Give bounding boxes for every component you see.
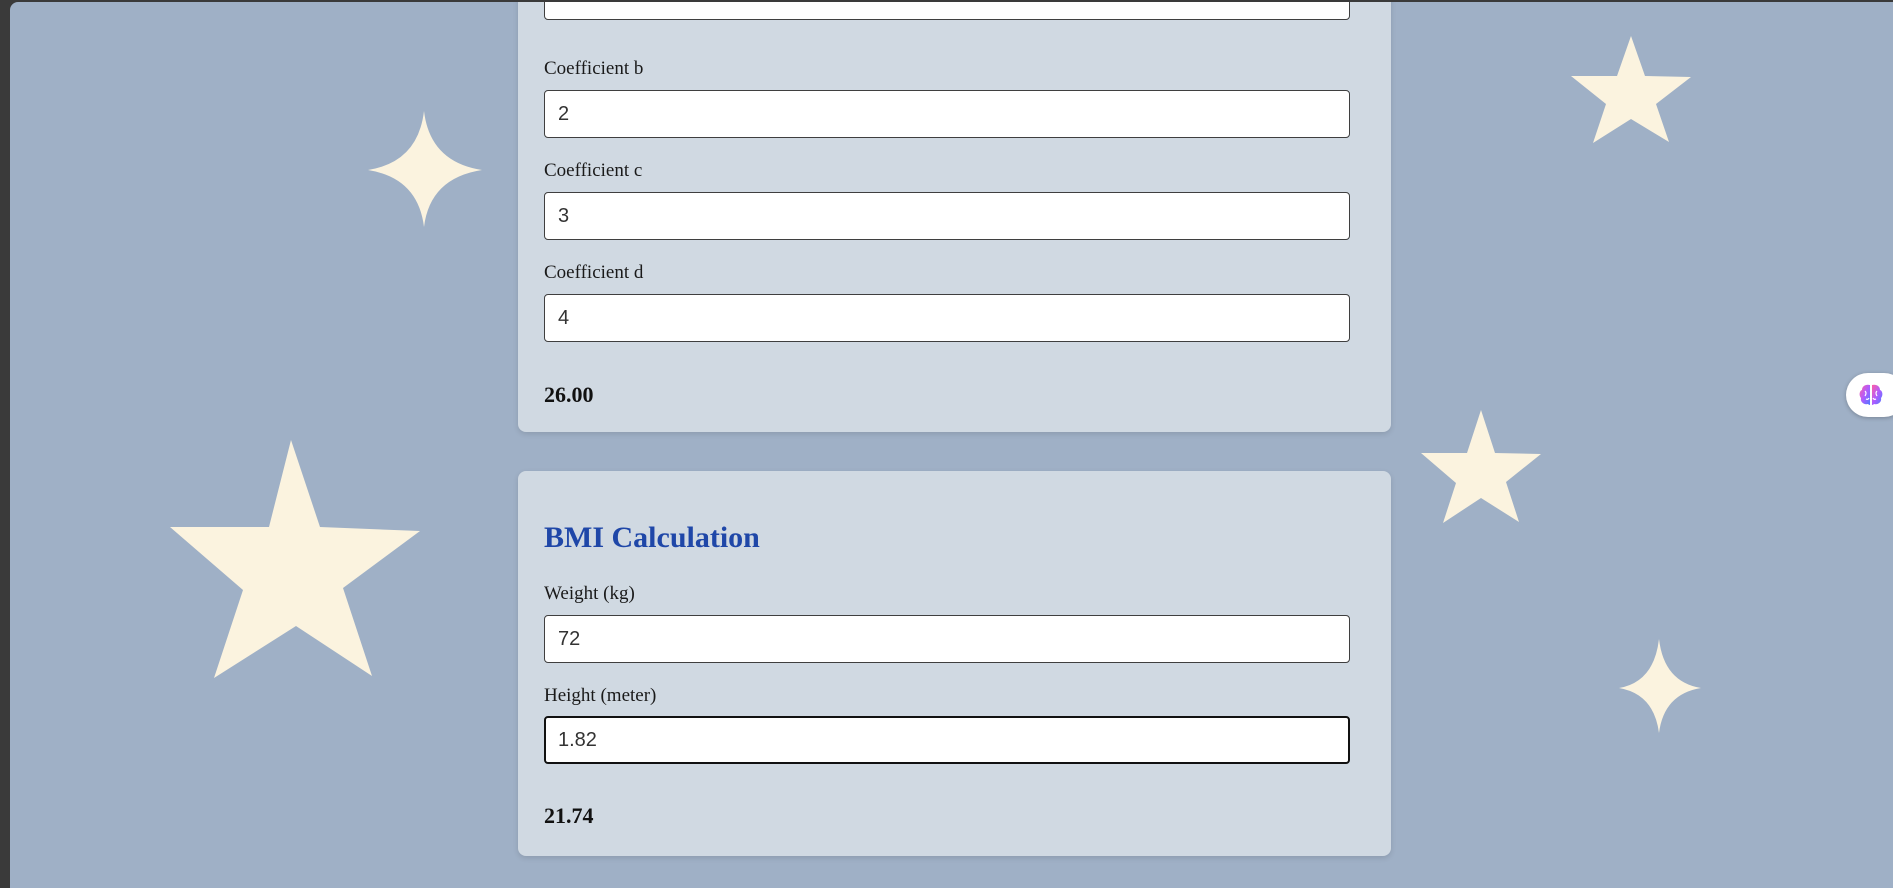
height-label: Height (meter) [544,685,657,706]
bmi-card-title: BMI Calculation [544,521,760,554]
equation-result: 26.00 [544,382,594,407]
coefficient-a-input[interactable] [544,2,1350,20]
sparkle-decoration [1619,639,1701,733]
coefficient-d-input[interactable] [544,294,1350,342]
equation-card: Coefficient b Coefficient c Coefficient … [518,2,1391,432]
star-decoration [1421,410,1541,523]
coefficient-d-label: Coefficient d [544,262,644,283]
coefficient-c-input[interactable] [544,192,1350,240]
coefficient-b-label: Coefficient b [544,58,644,79]
page-viewport: Coefficient b Coefficient c Coefficient … [10,2,1893,888]
star-decoration [1571,36,1691,143]
height-input[interactable] [544,716,1350,764]
bmi-card: BMI Calculation Weight (kg) Height (mete… [518,471,1391,856]
weight-input[interactable] [544,615,1350,663]
star-decoration [170,440,420,678]
bmi-result: 21.74 [544,803,594,828]
brain-icon [1859,384,1883,405]
coefficient-c-label: Coefficient c [544,160,643,181]
sparkle-decoration [368,111,482,227]
extension-button[interactable] [1846,373,1893,417]
weight-label: Weight (kg) [544,583,635,604]
coefficient-b-input[interactable] [544,90,1350,138]
